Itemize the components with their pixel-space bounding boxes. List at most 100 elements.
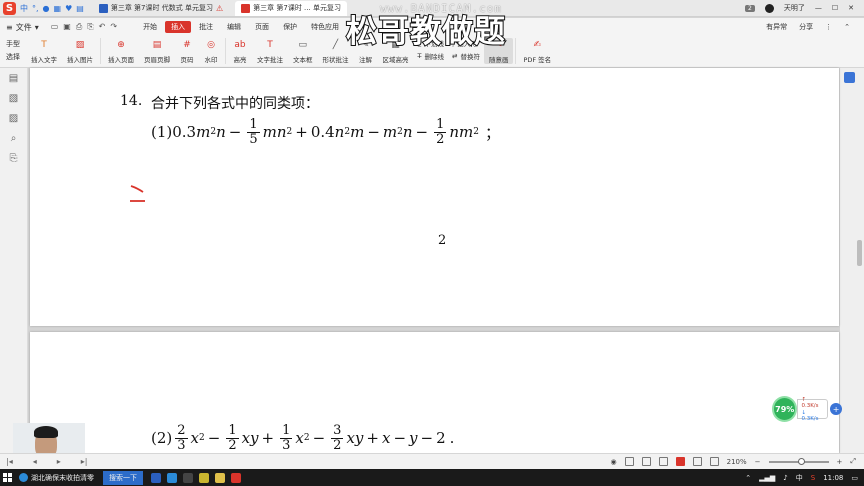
- next-page-icon[interactable]: ▸: [57, 457, 61, 466]
- avatar[interactable]: [764, 3, 774, 13]
- vertical-scrollbar[interactable]: [857, 240, 862, 266]
- network-icon[interactable]: ▂▄▆: [759, 474, 775, 482]
- zoom-slider-knob[interactable]: [797, 457, 805, 465]
- save-icon[interactable]: ▣: [63, 22, 71, 32]
- download-speed: ↓ 0.3K/s: [801, 409, 819, 422]
- bookmark-icon[interactable]: ▧: [9, 93, 18, 104]
- close-icon[interactable]: ✕: [848, 4, 854, 12]
- hand-tool-button[interactable]: 手型: [6, 39, 20, 49]
- ime-mic-icon[interactable]: ●: [43, 4, 50, 13]
- text-comment-button[interactable]: T 文字批注: [252, 38, 288, 64]
- menu-home[interactable]: 开始: [137, 21, 163, 33]
- report-issue-button[interactable]: 有异常: [766, 22, 787, 32]
- first-page-icon[interactable]: |◂: [6, 457, 13, 466]
- insert-text-button[interactable]: T 插入文字: [26, 38, 62, 64]
- accelerate-icon[interactable]: +: [830, 403, 842, 415]
- insert-image-button[interactable]: ▨ 插入图片: [62, 38, 98, 64]
- image-panel-icon[interactable]: ▨: [9, 113, 18, 124]
- menu-features[interactable]: 特色应用: [305, 21, 345, 33]
- fit-width-icon[interactable]: [709, 457, 719, 466]
- strikethrough-icon: T̶: [417, 52, 422, 60]
- comment-panel-icon[interactable]: ⌕: [11, 133, 17, 144]
- page-number-button[interactable]: # 页码: [175, 38, 199, 64]
- volume-icon[interactable]: ♪: [783, 474, 787, 482]
- thumbnail-icon[interactable]: ▤: [9, 73, 18, 84]
- menu-comment[interactable]: 批注: [193, 21, 219, 33]
- word-icon[interactable]: [151, 472, 161, 483]
- memory-usage-gauge: 79%: [772, 396, 798, 422]
- chrome-icon[interactable]: [199, 472, 209, 483]
- continuous-view-icon[interactable]: [658, 457, 668, 466]
- redo-icon[interactable]: ↷: [110, 22, 117, 32]
- prev-page-icon[interactable]: ◂: [33, 457, 37, 466]
- zoom-in-icon[interactable]: +: [837, 458, 843, 466]
- export-icon[interactable]: ⎘: [87, 22, 93, 32]
- play-icon[interactable]: [675, 457, 685, 466]
- signature-icon: ✍: [533, 40, 542, 50]
- zoom-slider[interactable]: [768, 457, 829, 465]
- edge-icon[interactable]: [167, 472, 177, 483]
- ime-keyboard-icon[interactable]: ▦: [54, 4, 62, 13]
- watermark-button[interactable]: ◎ 水印: [199, 38, 223, 64]
- strikethrough-button[interactable]: T̶ 删除线: [418, 51, 444, 61]
- tab-document-2[interactable]: 第三章 第7课时 ... 单元复习: [235, 0, 347, 16]
- share-button[interactable]: 分享: [799, 22, 813, 32]
- ime-toolbar[interactable]: S 中 °, ● ▦ ♥ ▤: [0, 0, 87, 17]
- ime-punct-icon[interactable]: °,: [32, 4, 39, 13]
- header-footer-button[interactable]: ▤ 页眉页脚: [139, 38, 175, 64]
- more-icon[interactable]: ⋮: [825, 23, 832, 31]
- menu-edit[interactable]: 编辑: [221, 21, 247, 33]
- last-page-icon[interactable]: ▸|: [81, 457, 88, 466]
- notification-badge[interactable]: 2: [745, 4, 755, 12]
- menu-page[interactable]: 页面: [249, 21, 275, 33]
- zoom-out-icon[interactable]: −: [755, 458, 761, 466]
- user-name[interactable]: 天明了: [784, 3, 805, 13]
- ime-tools-icon[interactable]: ▤: [76, 4, 84, 13]
- taskbar: 湖北确保末收拍清零 搜索一下 ⌃ ▂▄▆ ♪ 中 S 11:08 ▭: [0, 469, 864, 486]
- watermark-icon: ◎: [207, 40, 215, 50]
- print-icon[interactable]: ⎙: [76, 22, 82, 32]
- collapse-icon[interactable]: ⌃: [844, 23, 850, 31]
- expression-part-1: (1) 0.3 m 2 n − 15 mn 2 + 0.4 n 2 m − m2n − 12 …: [151, 117, 501, 147]
- notification-icon[interactable]: ▭: [851, 474, 858, 482]
- files-icon[interactable]: [183, 472, 193, 483]
- tray-chevron-icon[interactable]: ⌃: [745, 474, 751, 482]
- start-button[interactable]: [0, 469, 14, 486]
- eye-icon[interactable]: ◉: [611, 458, 617, 466]
- part-2-label: (2): [151, 429, 173, 448]
- zoom-level[interactable]: 210%: [727, 458, 747, 466]
- minimize-icon[interactable]: —: [815, 4, 822, 12]
- bandicam-icon[interactable]: [231, 472, 241, 483]
- open-icon[interactable]: ▭: [51, 22, 59, 32]
- side-panel-toggle-icon[interactable]: [844, 72, 855, 83]
- tab-document-1[interactable]: 第三章 第7课时 代数式 单元复习 ⚠: [93, 1, 229, 16]
- fullscreen-icon[interactable]: ⤢: [850, 457, 856, 466]
- taskbar-search-button[interactable]: 搜索一下: [103, 470, 143, 485]
- clock[interactable]: 11:08: [823, 474, 843, 482]
- ime-skin-icon[interactable]: ♥: [65, 4, 72, 13]
- menu-insert[interactable]: 插入: [165, 21, 192, 33]
- taskbar-browser[interactable]: 湖北确保末收拍清零: [14, 469, 99, 486]
- file-menu[interactable]: ≡ 文件 ▾: [6, 22, 49, 33]
- menu-protect[interactable]: 保护: [277, 21, 303, 33]
- attachment-icon[interactable]: ⎘: [10, 153, 18, 164]
- network-speed-widget[interactable]: 79% ↑ 0.3K/s ↓ 0.3K/s +: [772, 396, 842, 422]
- double-page-view-icon[interactable]: [641, 457, 651, 466]
- select-tool-button[interactable]: 选择: [6, 52, 20, 62]
- ime-mode-label[interactable]: 中: [20, 3, 28, 14]
- fit-page-icon[interactable]: [692, 457, 702, 466]
- single-page-view-icon[interactable]: [624, 457, 634, 466]
- replace-mark-button[interactable]: ⇄ 替换符: [452, 51, 480, 61]
- textbox-icon: ▭: [298, 40, 307, 50]
- sogou-tray-icon[interactable]: S: [811, 474, 815, 482]
- insert-page-button[interactable]: ⊕ 插入页面: [103, 38, 139, 64]
- folder-icon[interactable]: [215, 472, 225, 483]
- add-page-icon: ⊕: [117, 40, 125, 50]
- maximize-icon[interactable]: ☐: [832, 4, 838, 12]
- windows-logo-icon: [2, 473, 12, 482]
- undo-icon[interactable]: ↶: [99, 22, 106, 32]
- pdf-sign-button[interactable]: ✍ PDF 签名: [518, 38, 556, 64]
- ime-indicator[interactable]: 中: [796, 473, 803, 483]
- textbox-button[interactable]: ▭ 文本框: [288, 38, 318, 64]
- highlight-button[interactable]: ab 高亮: [228, 38, 252, 64]
